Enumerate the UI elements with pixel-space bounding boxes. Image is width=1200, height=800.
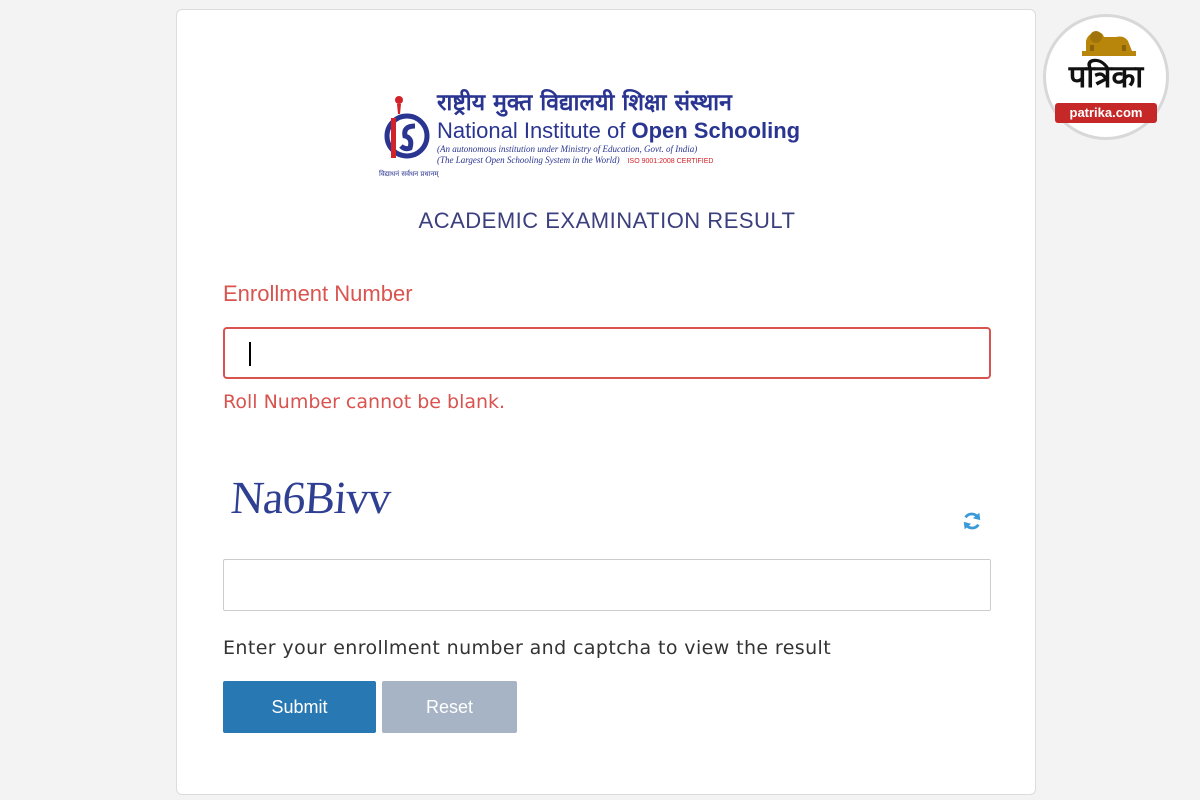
institute-hindi-name: राष्ट्रीय मुक्त विद्यालयी शिक्षा संस्थान [437,90,732,116]
iso-certification: ISO 9001:2008 CERTIFIED [627,158,714,165]
institute-tagline-2: (The Largest Open Schooling System in th… [437,155,800,167]
submit-button[interactable]: Submit [223,681,376,733]
emblem-caption: विद्याधनं सर्वधन प्रधानम् [379,169,439,178]
institute-name-regular: National Institute of [437,118,632,143]
page: विद्याधनं सर्वधन प्रधानम् राष्ट्रीय मुक्… [0,0,1200,800]
tagline-2-text: (The Largest Open Schooling System in th… [437,155,620,165]
institute-tagline-1: (An autonomous institution under Ministr… [437,144,698,154]
patrika-watermark: पत्रिका patrika.com [1043,14,1169,140]
refresh-icon[interactable] [961,510,983,532]
institute-name-bold: Open Schooling [631,118,801,143]
nios-logo: विद्याधनं सर्वधन प्रधानम् राष्ट्रीय मुक्… [377,88,837,184]
enrollment-input[interactable] [223,327,991,379]
page-title: ACADEMIC EXAMINATION RESULT [418,208,796,233]
enrollment-label: Enrollment Number [223,281,413,306]
nios-emblem-icon: विद्याधनं सर्वधन प्रधानम् [379,96,439,178]
lion-icon [1082,31,1136,56]
logo-text: राष्ट्रीय मुक्त विद्यालयी शिक्षा संस्थान… [437,88,800,167]
patrika-brand: पत्रिका [1068,59,1144,95]
captcha-input[interactable] [223,559,991,611]
institute-english-name: National Institute of Open Schooling [437,118,800,144]
patrika-domain: patrika.com [1055,103,1157,123]
text-cursor [249,342,251,366]
result-card: विद्याधनं सर्वधन प्रधानम् राष्ट्रीय मुक्… [176,9,1036,795]
enrollment-error-message: Roll Number cannot be blank. [223,391,506,413]
help-text: Enter your enrollment number and captcha… [223,637,832,659]
captcha-image: Na6Bivv [229,472,392,523]
reset-button[interactable]: Reset [382,681,517,733]
